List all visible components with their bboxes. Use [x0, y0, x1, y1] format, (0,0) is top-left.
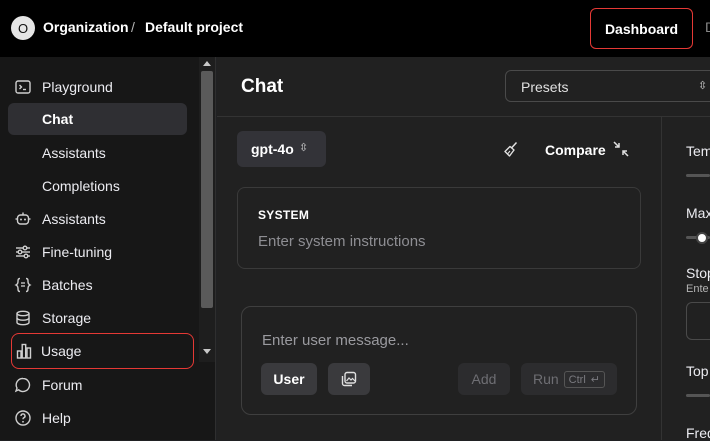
temperature-label: Tem [686, 143, 710, 159]
system-instructions-input[interactable]: Enter system instructions [258, 233, 426, 250]
sidebar-item-label: Chat [42, 111, 74, 127]
bar-chart-icon [16, 343, 32, 359]
keyboard-shortcut: Ctrl ↵ [563, 370, 605, 388]
page-title: Chat [241, 76, 284, 97]
sidebar-item-assistants-sub[interactable]: Assistants [8, 137, 187, 169]
stop-sequences-input[interactable] [686, 302, 710, 340]
sidebar-item-label: Usage [41, 343, 82, 359]
stop-sequences-hint: Ente [686, 283, 709, 295]
system-label: SYSTEM [258, 208, 310, 222]
model-selector[interactable]: gpt-4o ⇳ [237, 131, 326, 167]
breadcrumb-project[interactable]: Default project [145, 19, 243, 35]
breadcrumb-separator: / [131, 19, 135, 35]
sidebar-item-label: Forum [42, 377, 83, 393]
robot-icon [15, 212, 31, 225]
sidebar-item-help[interactable]: Help [8, 402, 187, 434]
clear-broom-icon[interactable] [502, 140, 520, 158]
max-tokens-slider-knob[interactable] [696, 232, 708, 244]
sidebar-item-usage[interactable]: Usage [11, 333, 194, 369]
system-instructions-box[interactable]: SYSTEM Enter system instructions [237, 187, 641, 269]
sidebar-item-label: Storage [42, 310, 92, 326]
compare-button[interactable]: Compare [545, 142, 606, 158]
sidebar-item-assistants[interactable]: Assistants [8, 203, 187, 235]
sidebar-item-label: Assistants [42, 145, 106, 161]
stop-sequences-label: Stop [686, 265, 710, 281]
run-button[interactable]: Run Ctrl ↵ [521, 363, 617, 395]
chevron-up-down-icon: ⇳ [299, 142, 309, 154]
sidebar-item-label: Help [42, 410, 71, 426]
chat-bubble-icon [14, 377, 31, 393]
sidebar-item-label: Fine-tuning [42, 244, 113, 260]
sidebar-item-storage[interactable]: Storage [8, 302, 187, 334]
sidebar-item-batches[interactable]: Batches [8, 269, 187, 301]
panel-divider [661, 117, 662, 440]
top-bar: O Organization / Default project Dashboa… [0, 0, 710, 57]
sidebar-item-fine-tuning[interactable]: Fine-tuning [8, 236, 187, 268]
main-panel: Chat Presets ⇳ gpt-4o ⇳ Compare SYSTEM E… [217, 57, 710, 441]
sidebar-item-label: Completions [42, 178, 120, 194]
braces-icon [14, 277, 32, 293]
add-message-button[interactable]: Add [458, 363, 510, 395]
sidebar-item-chat[interactable]: Chat [8, 103, 187, 135]
sidebar-scrollbar[interactable] [199, 57, 215, 362]
breadcrumb-organization[interactable]: Organization [43, 19, 129, 35]
sidebar: Playground Chat Assistants Completions A… [0, 57, 216, 440]
compare-arrows-icon[interactable] [611, 139, 631, 159]
model-label: gpt-4o [251, 141, 294, 157]
user-message-composer[interactable]: Enter user message... User Add Run Ctrl ↵ [241, 306, 637, 415]
attach-image-button[interactable] [328, 363, 370, 395]
database-icon [16, 310, 30, 326]
terminal-icon [15, 80, 31, 94]
topbar-truncated-item[interactable]: D [705, 19, 710, 35]
chevron-up-down-icon: ⇳ [698, 80, 708, 92]
image-attach-icon [341, 371, 357, 387]
max-tokens-label: Max [686, 205, 710, 221]
top-p-label: Top [686, 363, 709, 379]
sidebar-item-completions[interactable]: Completions [8, 170, 187, 202]
presets-label: Presets [521, 79, 569, 95]
dashboard-button[interactable]: Dashboard [590, 8, 693, 49]
sidebar-item-label: Batches [42, 277, 93, 293]
help-circle-icon [15, 410, 31, 426]
sidebar-item-label: Assistants [42, 211, 106, 227]
sliders-icon [16, 245, 30, 259]
scroll-down-arrow-icon[interactable] [203, 349, 211, 354]
main-header: Chat Presets ⇳ [217, 57, 710, 117]
sidebar-item-forum[interactable]: Forum [8, 369, 187, 401]
temperature-slider[interactable] [686, 174, 710, 177]
scrollbar-thumb[interactable] [201, 71, 213, 308]
ctrl-key: Ctrl [568, 373, 586, 386]
role-toggle-button[interactable]: User [261, 363, 317, 395]
org-avatar[interactable]: O [11, 16, 35, 40]
run-label: Run [532, 371, 559, 387]
user-message-input[interactable]: Enter user message... [262, 332, 409, 349]
sidebar-item-playground[interactable]: Playground [8, 71, 187, 103]
top-p-slider[interactable] [686, 394, 710, 397]
sidebar-item-label: Playground [42, 79, 113, 95]
frequency-penalty-label: Freq [686, 425, 710, 441]
scroll-up-arrow-icon[interactable] [203, 61, 211, 66]
enter-key-icon: ↵ [590, 373, 600, 386]
presets-select[interactable]: Presets ⇳ [505, 70, 710, 102]
